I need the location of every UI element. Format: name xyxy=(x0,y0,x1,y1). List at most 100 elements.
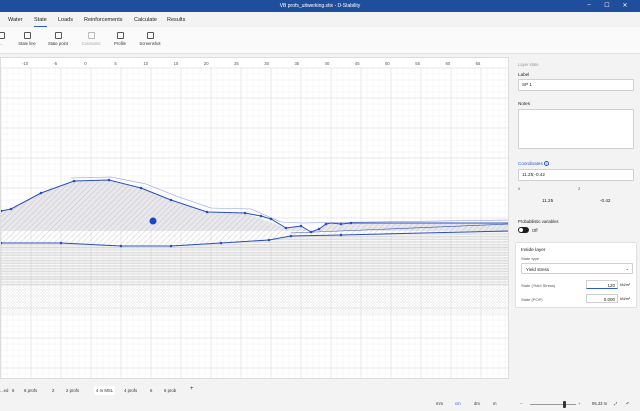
ruler-tick-label: 45 xyxy=(355,61,360,66)
unit-cm[interactable]: cm xyxy=(455,401,461,406)
ruler-tick-label: 60 xyxy=(445,61,450,66)
scenario-tab[interactable]: 6 profs xyxy=(24,386,37,395)
tab-results[interactable]: Results xyxy=(167,17,185,23)
label-input[interactable]: SP 1 xyxy=(518,79,634,91)
ribbon-tabs: Water State Loads Reinforcements Calcula… xyxy=(0,12,640,27)
zoom-out-icon[interactable]: – xyxy=(520,401,522,406)
minimize-button[interactable]: – xyxy=(582,2,596,8)
geometry-node[interactable] xyxy=(219,241,223,245)
geometry-node[interactable] xyxy=(289,234,293,238)
coordinates-input[interactable]: 11.25;-0.42 xyxy=(518,169,634,181)
inside-layer-card: Inside layer State type Yield stress ⌄ S… xyxy=(515,242,637,308)
state-point-button[interactable]: State point xyxy=(45,32,71,46)
info-icon[interactable]: i xyxy=(544,161,550,166)
geometry-node[interactable] xyxy=(269,217,273,221)
scenario-tab[interactable]: 6 xyxy=(12,386,14,395)
geometry-node[interactable] xyxy=(169,244,173,248)
sand-layer[interactable] xyxy=(1,286,509,316)
geometry-canvas[interactable]: -10 -5 0 5 10 15 20 25 30 35 40 45 50 55 60 65 xyxy=(0,57,509,379)
constants-button[interactable]: Constants xyxy=(78,32,104,46)
add-tab-button[interactable]: + xyxy=(190,384,194,393)
tab-loads[interactable]: Loads xyxy=(58,17,73,23)
profile-icon xyxy=(116,32,124,39)
ruler-tick-label: 50 xyxy=(385,61,390,66)
fit-icon[interactable]: ⤢ xyxy=(614,401,617,406)
inside-layer-caption: Inside layer xyxy=(521,248,546,253)
unit-dm[interactable]: dm xyxy=(474,401,480,406)
scenario-tab[interactable]: 6 xyxy=(150,386,152,395)
selected-state-point[interactable] xyxy=(149,217,157,225)
ruler-tick-label: 30 xyxy=(264,61,269,66)
screenshot-button[interactable]: Screenshot xyxy=(137,32,163,46)
geometry-node[interactable] xyxy=(119,244,123,248)
ruler: -10 -5 0 5 10 15 20 25 30 35 40 45 50 55 60 65 xyxy=(22,61,481,66)
geometry-node[interactable] xyxy=(72,179,76,183)
geometry-node[interactable] xyxy=(309,230,313,234)
probabilistic-toggle[interactable] xyxy=(518,227,529,233)
section-header: Layer state xyxy=(518,62,539,67)
scenario-tab[interactable]: ...ed xyxy=(0,386,8,395)
scenario-tab[interactable]: 2 profs xyxy=(66,386,79,395)
state-line-icon xyxy=(23,32,31,39)
geometry-node[interactable] xyxy=(139,186,143,190)
scenario-tab-active[interactable]: 4 m MSL xyxy=(94,386,116,395)
constants-icon xyxy=(87,32,95,39)
geometry-node[interactable] xyxy=(39,191,43,195)
geometry-node[interactable] xyxy=(59,241,63,245)
geometry-node[interactable] xyxy=(284,226,288,230)
pop-unit: kN/m² xyxy=(620,297,631,301)
geometry-node[interactable] xyxy=(9,207,13,211)
geometry-node[interactable] xyxy=(169,198,173,202)
toolbar-item-partial[interactable]: ... xyxy=(0,32,14,46)
scenario-tab[interactable]: 4 profs xyxy=(124,386,137,395)
scenario-tab[interactable]: 2 xyxy=(52,386,54,395)
geometry-node[interactable] xyxy=(243,211,247,215)
geometry-node[interactable] xyxy=(205,210,209,214)
undo-icon[interactable]: ↶ xyxy=(626,401,630,406)
geometry-node[interactable] xyxy=(107,178,111,182)
ruler-tick-label: 25 xyxy=(234,61,239,66)
camera-icon xyxy=(146,32,154,39)
state-line-button[interactable]: State line xyxy=(14,32,40,46)
zoom-in-icon[interactable]: + xyxy=(578,401,580,406)
x-value[interactable]: 11.25 xyxy=(542,198,553,203)
status-bar: ...ed 6 6 profs 2 2 profs 4 m MSL 4 prof… xyxy=(0,381,640,411)
geometry-view[interactable]: -10 -5 0 5 10 15 20 25 30 35 40 45 50 55 60 65 xyxy=(1,58,509,379)
pop-input[interactable]: 0.000 xyxy=(586,294,618,303)
yield-input[interactable]: 120 xyxy=(586,280,618,289)
state-type-caption: State type xyxy=(521,256,540,261)
state-point-icon xyxy=(54,32,62,39)
label-caption: Label xyxy=(518,72,530,77)
notes-caption: Notes xyxy=(518,101,531,106)
tool-icon xyxy=(0,32,5,39)
geometry-node[interactable] xyxy=(299,224,303,228)
maximize-button[interactable]: ☐ xyxy=(600,2,614,9)
state-type-dropdown[interactable]: Yield stress ⌄ xyxy=(521,263,633,274)
x-caption: x xyxy=(518,186,521,191)
geometry-node[interactable] xyxy=(324,222,328,226)
scenario-tab[interactable]: 6 prob xyxy=(164,386,176,395)
unit-mm[interactable]: mm xyxy=(436,401,443,406)
geometry-node[interactable] xyxy=(317,227,321,231)
z-value[interactable]: -0.42 xyxy=(600,198,610,203)
coordinates-caption: Coordinates i xyxy=(518,161,550,166)
window-title: VB profs_uitwerking.stix - D-Stability xyxy=(279,3,361,9)
geometry-node[interactable] xyxy=(339,233,343,237)
tab-reinforcements[interactable]: Reinforcements xyxy=(84,17,123,23)
tab-state[interactable]: State xyxy=(34,17,47,27)
tab-water[interactable]: Water xyxy=(8,17,22,23)
geometry-node[interactable] xyxy=(259,214,263,218)
ruler-tick-label: -5 xyxy=(53,61,57,66)
close-button[interactable]: ✕ xyxy=(618,2,632,9)
geometry-node[interactable] xyxy=(339,222,343,226)
notes-input[interactable] xyxy=(518,109,634,149)
zoom-readout: 95.33 m xyxy=(592,401,608,406)
profile-button[interactable]: Profile xyxy=(107,32,133,46)
unit-m[interactable]: m xyxy=(493,401,497,406)
geometry-node[interactable] xyxy=(267,238,271,242)
tab-calculate[interactable]: Calculate xyxy=(134,17,157,23)
ribbon-toolbar: ... State line State point Constants Pro… xyxy=(0,27,640,54)
geometry-node[interactable] xyxy=(349,221,353,225)
zoom-slider-thumb[interactable] xyxy=(563,401,566,408)
zoom-slider-track[interactable] xyxy=(530,404,576,405)
